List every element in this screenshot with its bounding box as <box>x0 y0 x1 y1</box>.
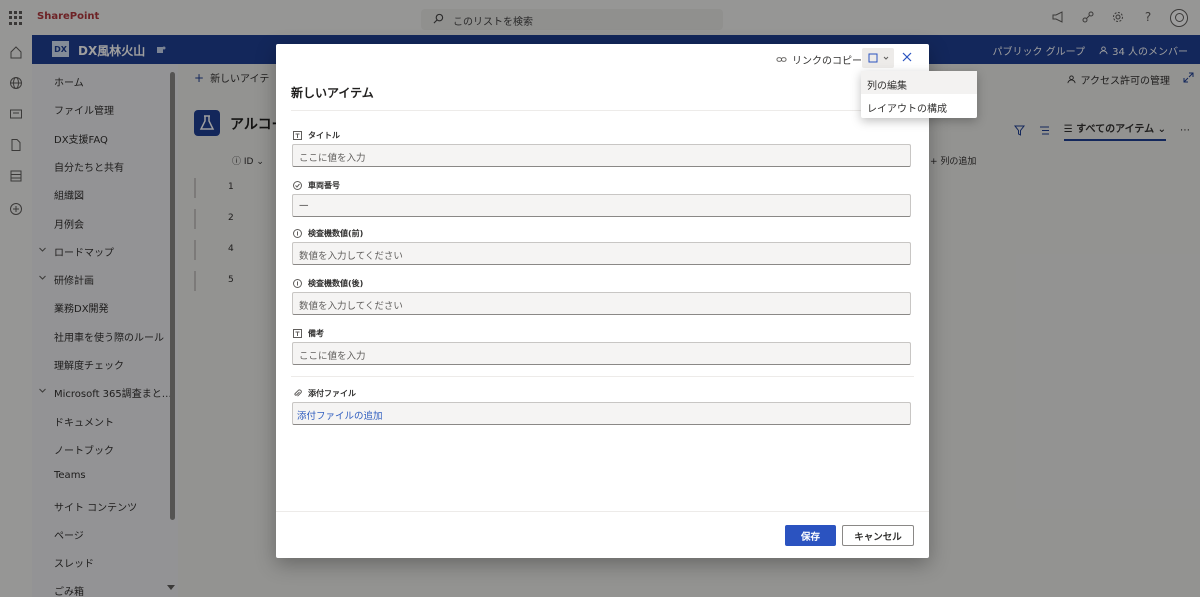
check-circle-icon <box>293 181 302 190</box>
number-field-icon <box>293 229 302 238</box>
dialog-toolbar: リンクのコピー <box>276 44 929 72</box>
field-label-text: 添付ファイル <box>308 389 356 398</box>
edit-form-button[interactable] <box>862 48 894 68</box>
number-field-icon <box>293 279 302 288</box>
paperclip-icon <box>294 389 302 397</box>
field-label-text: タイトル <box>308 131 340 140</box>
cancel-button[interactable]: キャンセル <box>842 525 914 546</box>
notes-input[interactable]: ここに値を入力 <box>292 342 911 365</box>
dialog-title: 新しいアイテム <box>291 86 374 100</box>
field-label-vehicle-number: 車両番号 <box>293 180 340 191</box>
menu-item-edit-columns[interactable]: 列の編集 <box>861 71 977 94</box>
title-input[interactable]: ここに値を入力 <box>292 144 911 167</box>
menu-item-configure-layout[interactable]: レイアウトの構成 <box>861 94 977 117</box>
field-label-notes: 備考 <box>293 328 324 339</box>
field-label-text: 備考 <box>308 329 324 338</box>
divider <box>276 511 929 512</box>
copy-link-label: リンクのコピー <box>792 56 862 67</box>
field-label-inspection-before: 検査機数値(前) <box>293 228 363 239</box>
text-field-icon <box>293 329 302 338</box>
divider <box>291 110 914 111</box>
field-label-inspection-after: 検査機数値(後) <box>293 278 363 289</box>
field-label-title: タイトル <box>293 130 340 141</box>
inspection-after-input[interactable]: 数値を入力してください <box>292 292 911 315</box>
field-label-text: 車両番号 <box>308 181 340 190</box>
save-button[interactable]: 保存 <box>785 525 836 546</box>
field-label-text: 検査機数値(後) <box>308 279 364 288</box>
form-options-menu: 列の編集 レイアウトの構成 <box>861 71 977 118</box>
close-icon[interactable] <box>901 51 913 63</box>
copy-link-button[interactable]: リンクのコピー <box>776 52 862 67</box>
inspection-before-input[interactable]: 数値を入力してください <box>292 242 911 265</box>
link-icon <box>776 57 787 62</box>
add-attachment-link[interactable]: 添付ファイルの追加 <box>292 402 911 425</box>
new-item-dialog: リンクのコピー 新しいアイテム タイトル ここに値を入力 車両番号 — 検査機数… <box>276 44 929 558</box>
field-label-text: 検査機数値(前) <box>308 229 364 238</box>
field-label-attachments: 添付ファイル <box>293 388 356 399</box>
text-field-icon <box>293 131 302 140</box>
divider <box>291 376 914 377</box>
vehicle-number-select[interactable]: — <box>292 194 911 217</box>
